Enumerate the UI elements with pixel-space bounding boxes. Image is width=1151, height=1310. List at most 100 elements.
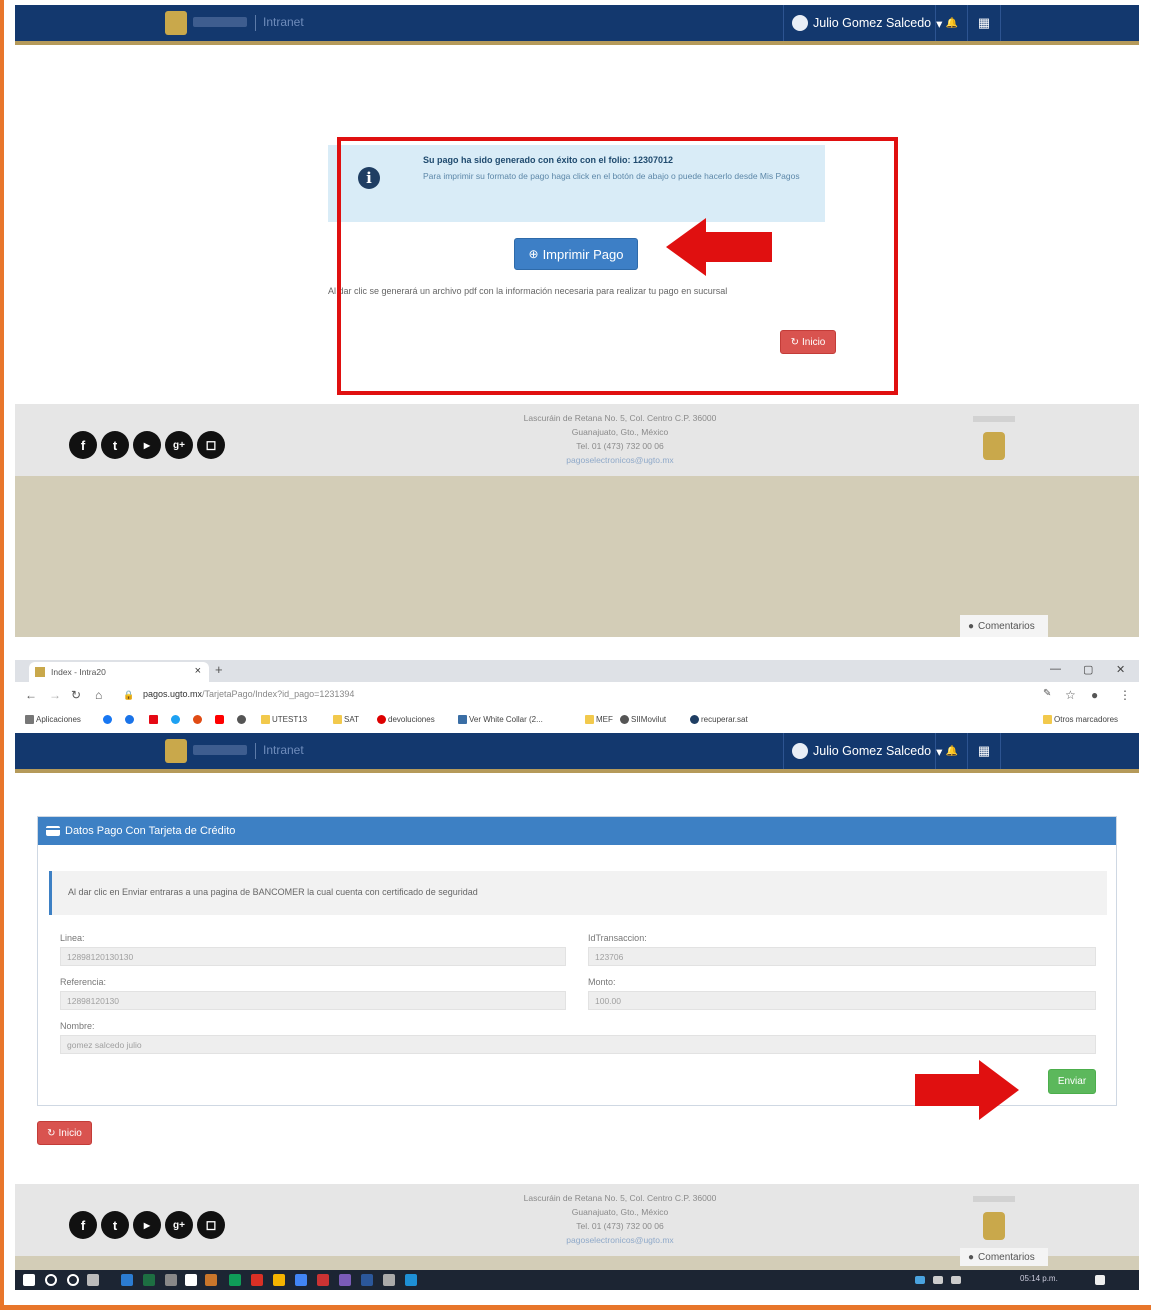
instagram-icon[interactable]: ◻: [197, 1211, 225, 1239]
bookmark-folder[interactable]: SAT: [333, 715, 359, 725]
comment-icon: ●: [968, 1251, 975, 1263]
home-button[interactable]: ↻ Inicio: [37, 1121, 92, 1145]
bell-icon: 🔔: [945, 17, 959, 29]
nav-app-name[interactable]: Intranet: [263, 15, 304, 29]
star-icon[interactable]: ☆: [1065, 688, 1076, 702]
new-tab-icon[interactable]: +: [215, 662, 223, 677]
taskbar-app-icon[interactable]: [121, 1274, 133, 1286]
twitter-icon[interactable]: t: [101, 1211, 129, 1239]
excel-icon[interactable]: [143, 1274, 155, 1286]
address-line: Lascuráin de Retana No. 5, Col. Centro C…: [523, 1193, 717, 1203]
folder-icon[interactable]: [273, 1274, 285, 1286]
profile-icon[interactable]: ●: [1091, 688, 1098, 702]
reload-icon[interactable]: ↻: [71, 688, 81, 702]
windows-start-icon[interactable]: [23, 1274, 35, 1286]
taskbar-app-icon[interactable]: [229, 1274, 241, 1286]
back-icon[interactable]: ←: [25, 688, 37, 702]
edge-icon[interactable]: [405, 1274, 417, 1286]
user-name: Julio Gomez Salcedo: [813, 744, 932, 758]
bookmark-folder[interactable]: MEF: [585, 715, 613, 725]
bookmark-site[interactable]: devoluciones: [377, 715, 435, 725]
facebook-icon[interactable]: f: [69, 431, 97, 459]
send-button[interactable]: Enviar: [1048, 1069, 1096, 1094]
taskbar-app-icon[interactable]: [317, 1274, 329, 1286]
tray-icon[interactable]: [915, 1276, 925, 1284]
facebook-icon: [103, 715, 112, 725]
logo-wordmark: [193, 17, 247, 27]
home-icon[interactable]: ⌂: [95, 688, 102, 702]
bookmark-site[interactable]: [125, 715, 136, 725]
menu-icon[interactable]: ⋮: [1119, 688, 1131, 702]
settings-icon[interactable]: [383, 1274, 395, 1286]
user-menu[interactable]: Julio Gomez Salcedo ▾: [783, 733, 950, 769]
network-icon[interactable]: [933, 1276, 943, 1284]
search-icon[interactable]: [45, 1274, 57, 1286]
google-plus-icon[interactable]: g+: [165, 431, 193, 459]
notifications-button[interactable]: 🔔: [935, 5, 968, 41]
security-notice-text: Al dar clic en Enviar entraras a una pag…: [68, 887, 478, 897]
university-seal: [983, 432, 1005, 460]
transaccion-field[interactable]: 123706: [588, 947, 1096, 966]
google-plus-icon[interactable]: g+: [165, 1211, 193, 1239]
comments-tab[interactable]: ● Comentarios: [960, 1248, 1048, 1266]
email-link[interactable]: pagoselectronicos@ugto.mx: [455, 453, 785, 467]
university-logo[interactable]: [165, 739, 187, 763]
chrome-icon[interactable]: [295, 1274, 307, 1286]
apps-button[interactable]: ▦: [967, 733, 1001, 769]
monto-field[interactable]: 100.00: [588, 991, 1096, 1010]
bookmark-apps[interactable]: Aplicaciones: [25, 715, 81, 725]
youtube-icon[interactable]: ▶: [133, 431, 161, 459]
bookmark-site[interactable]: [237, 715, 248, 725]
lock-icon[interactable]: 🔒: [123, 690, 134, 701]
user-menu[interactable]: Julio Gomez Salcedo ▾: [783, 5, 950, 41]
bookmark-label: Aplicaciones: [36, 715, 81, 724]
nombre-field[interactable]: gomez salcedo julio: [60, 1035, 1096, 1054]
minimize-icon[interactable]: —: [1050, 663, 1061, 675]
bookmark-label: devoluciones: [388, 715, 435, 724]
taskbar-app-icon[interactable]: [205, 1274, 217, 1286]
bookmark-site[interactable]: recuperar.sat: [690, 715, 748, 725]
twitter-icon[interactable]: t: [101, 431, 129, 459]
close-window-icon[interactable]: ✕: [1116, 663, 1125, 676]
browser-tab[interactable]: Index - Intra20 ×: [29, 662, 209, 682]
bell-icon: 🔔: [945, 745, 959, 757]
bookmark-youtube[interactable]: [215, 715, 226, 725]
bookmark-twitter[interactable]: [171, 715, 182, 725]
forward-icon[interactable]: →: [49, 688, 61, 702]
bookmark-site[interactable]: Ver White Collar (2...: [458, 715, 543, 725]
windows-taskbar: 05:14 p.m.: [15, 1270, 1139, 1290]
other-bookmarks[interactable]: Otros marcadores: [1043, 715, 1118, 725]
bookmark-netflix[interactable]: [149, 715, 160, 725]
youtube-icon[interactable]: ▶: [133, 1211, 161, 1239]
university-logo[interactable]: [165, 11, 187, 35]
nav-app-name[interactable]: Intranet: [263, 743, 304, 757]
referencia-field[interactable]: 12898120130: [60, 991, 566, 1010]
instagram-icon[interactable]: ◻: [197, 431, 225, 459]
task-view-icon[interactable]: [87, 1274, 99, 1286]
bookmark-facebook[interactable]: [103, 715, 114, 725]
bookmark-site[interactable]: SIIMovilut: [620, 715, 666, 725]
taskbar-app-icon[interactable]: [339, 1274, 351, 1286]
notifications-button[interactable]: 🔔: [935, 733, 968, 769]
facebook-icon[interactable]: f: [69, 1211, 97, 1239]
bookmark-site[interactable]: [193, 715, 204, 725]
comments-tab[interactable]: ● Comentarios: [960, 615, 1048, 637]
extension-icon[interactable]: ✎: [1043, 688, 1051, 699]
close-tab-icon[interactable]: ×: [195, 665, 201, 677]
cortana-icon[interactable]: [67, 1274, 79, 1286]
maximize-icon[interactable]: ▢: [1083, 663, 1093, 676]
url-field[interactable]: pagos.ugto.mx/TarjetaPago/Index?id_pago=…: [143, 689, 354, 699]
refresh-icon: ↻: [47, 1127, 56, 1139]
clock-time[interactable]: 05:14 p.m.: [1020, 1274, 1058, 1283]
apps-button[interactable]: ▦: [967, 5, 1001, 41]
volume-icon[interactable]: [951, 1276, 961, 1284]
store-icon[interactable]: [165, 1274, 177, 1286]
notification-center-icon[interactable]: [1095, 1275, 1105, 1285]
email-link[interactable]: pagoselectronicos@ugto.mx: [455, 1233, 785, 1247]
word-icon[interactable]: [361, 1274, 373, 1286]
taskbar-app-icon[interactable]: [251, 1274, 263, 1286]
linea-field[interactable]: 12898120130130: [60, 947, 566, 966]
taskbar-app-icon[interactable]: [185, 1274, 197, 1286]
bookmark-folder[interactable]: UTEST13: [261, 715, 307, 725]
home-button-label: Inicio: [58, 1127, 82, 1139]
